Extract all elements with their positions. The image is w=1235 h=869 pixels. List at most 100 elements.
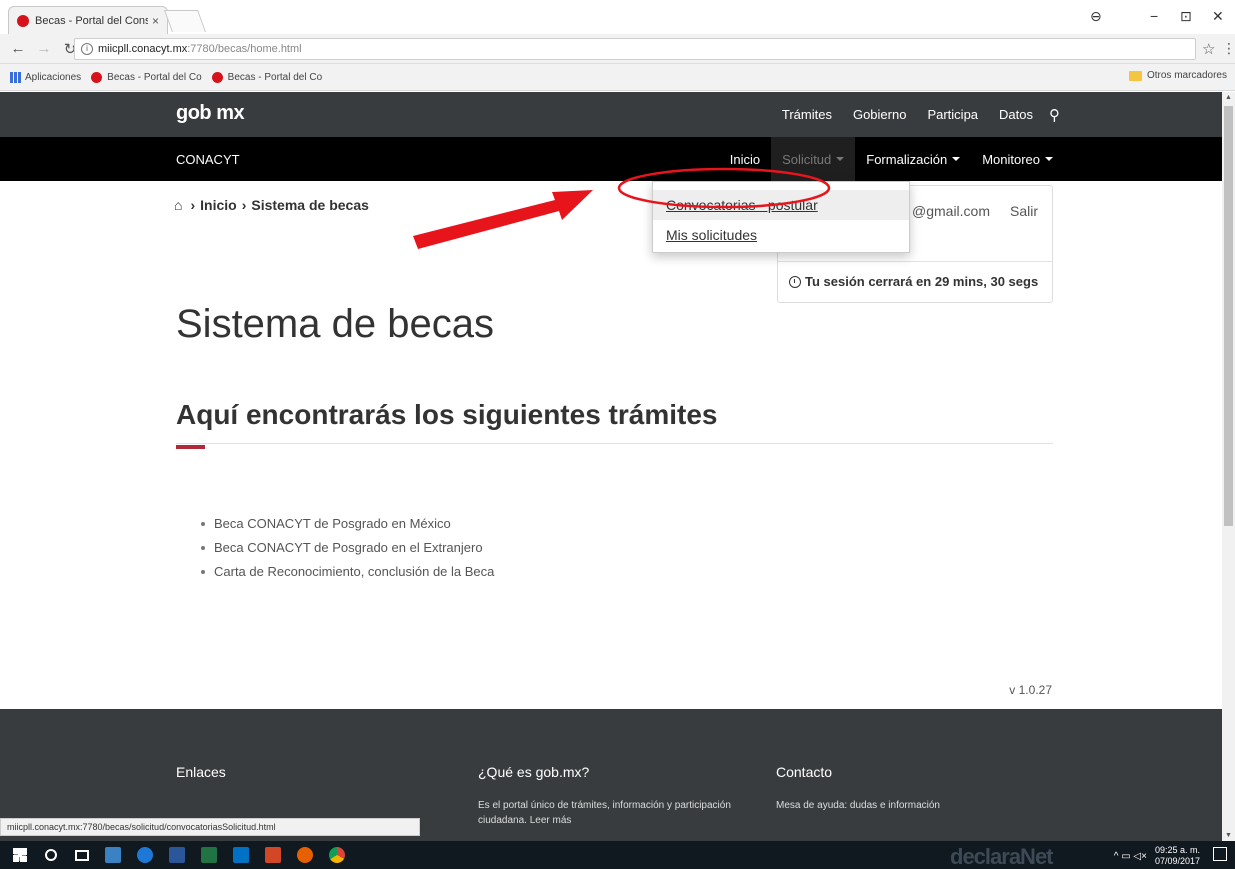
firefox-icon[interactable] — [297, 847, 313, 863]
conacyt-navbar: CONACYT Inicio Solicitud Formalización M… — [0, 137, 1222, 181]
breadcrumb: ⌂ › Inicio › Sistema de becas — [174, 197, 369, 213]
info-icon[interactable]: i — [81, 43, 93, 55]
breadcrumb-inicio[interactable]: Inicio — [200, 197, 237, 213]
taskbar-clock[interactable]: 09:25 a. m. 07/09/2017 — [1155, 845, 1200, 867]
clock-icon — [789, 275, 801, 288]
solicitud-dropdown-menu: Convocatorias - postular Mis solicitudes — [652, 181, 910, 253]
logout-link[interactable]: Salir — [1010, 203, 1038, 219]
home-icon[interactable]: ⌂ — [174, 197, 182, 213]
forward-arrow-icon[interactable]: → — [36, 40, 52, 57]
status-bar-url: miicpll.conacyt.mx:7780/becas/solicitud/… — [0, 818, 420, 836]
search-icon[interactable]: ⚲ — [1049, 106, 1060, 124]
gob-logo[interactable]: gob mx — [176, 102, 245, 125]
outlook-icon[interactable] — [233, 847, 249, 863]
back-arrow-icon[interactable]: ← — [10, 40, 26, 57]
folder-icon — [1128, 70, 1142, 81]
session-timer: Tu sesión cerrará en 29 mins, 30 segs — [789, 274, 1038, 289]
list-item[interactable]: Beca CONACYT de Posgrado en el Extranjer… — [201, 536, 494, 560]
menu-item-mis-solicitudes[interactable]: Mis solicitudes — [653, 220, 909, 250]
account-icon[interactable]: ⊖ — [1090, 8, 1102, 25]
gob-nav-tramites[interactable]: Trámites — [782, 107, 832, 122]
scroll-down-icon[interactable]: ▼ — [1225, 832, 1232, 839]
conacyt-nav: Inicio Solicitud Formalización Monitoreo — [719, 137, 1064, 181]
file-explorer-icon[interactable] — [105, 847, 121, 863]
bookmark-star-icon[interactable]: ☆ — [1202, 40, 1215, 58]
browser-menu-icon[interactable]: ⋮ — [1222, 40, 1235, 57]
url-path: :7780/becas/home.html — [187, 43, 302, 55]
session-prefix: Tu sesión cerrará en — [805, 274, 932, 289]
bookmark-becas-2[interactable]: Becas - Portal del Co — [211, 71, 322, 83]
session-time: 29 mins, 30 segs — [934, 274, 1039, 289]
page-title: Sistema de becas — [176, 302, 494, 346]
user-email: @gmail.com — [912, 203, 991, 219]
cortana-search-icon[interactable] — [45, 849, 57, 861]
declaranet-watermark: declaraNet — [950, 844, 1054, 869]
footer-heading: ¿Qué es gob.mx? — [478, 764, 590, 780]
footer-col-que-es: ¿Qué es gob.mx? Es el portal único de tr… — [478, 764, 768, 828]
scrollbar-thumb[interactable] — [1224, 106, 1233, 526]
powerpoint-icon[interactable] — [265, 847, 281, 863]
apps-grid-icon — [10, 71, 21, 83]
close-window-button[interactable]: ✕ — [1212, 8, 1224, 25]
caret-down-icon — [836, 157, 845, 161]
breadcrumb-current: Sistema de becas — [251, 197, 369, 213]
page-viewport: gob mx Trámites Gobierno Participa Datos… — [0, 92, 1222, 841]
chrome-icon[interactable] — [329, 847, 345, 863]
word-icon[interactable] — [169, 847, 185, 863]
browser-tab[interactable]: Becas - Portal del Cons × — [8, 6, 168, 34]
tray-chevron-icon[interactable]: ^ — [1114, 851, 1119, 862]
footer-col-enlaces: Enlaces — [176, 764, 226, 798]
list-item[interactable]: Beca CONACYT de Posgrado en México — [201, 512, 494, 536]
caret-down-icon — [1045, 157, 1053, 161]
footer-col-contacto: Contacto Mesa de ayuda: dudas e informac… — [776, 764, 1066, 813]
address-bar: ← → ↻ i miicpll.conacyt.mx :7780/becas/h… — [0, 34, 1235, 64]
restore-button[interactable]: ⊡ — [1180, 8, 1192, 25]
gob-nav-gobierno[interactable]: Gobierno — [853, 107, 906, 122]
breadcrumb-separator: › — [190, 197, 196, 213]
panel-divider — [778, 261, 1052, 262]
windows-start-icon[interactable] — [13, 848, 27, 862]
bookmark-becas-1[interactable]: Becas - Portal del Co — [91, 71, 202, 83]
conacyt-brand[interactable]: CONACYT — [176, 152, 240, 167]
gob-header: gob mx Trámites Gobierno Participa Datos… — [0, 92, 1222, 137]
edge-browser-icon[interactable] — [137, 847, 153, 863]
nav-solicitud[interactable]: Solicitud — [771, 137, 856, 181]
nav-monitoreo[interactable]: Monitoreo — [971, 137, 1064, 181]
section-title: Aquí encontrarás los siguientes trámites — [176, 399, 718, 430]
new-tab-button[interactable] — [163, 10, 207, 32]
bookmark-favicon-icon — [91, 71, 103, 83]
other-bookmarks[interactable]: Otros marcadores — [1128, 70, 1227, 81]
menu-item-convocatorias[interactable]: Convocatorias - postular — [653, 190, 909, 220]
excel-icon[interactable] — [201, 847, 217, 863]
gob-nav-datos[interactable]: Datos — [999, 107, 1033, 122]
list-item[interactable]: Carta de Reconocimiento, conclusión de l… — [201, 560, 494, 584]
volume-icon[interactable]: ◁× — [1133, 851, 1147, 862]
section-accent-bar — [176, 445, 205, 449]
footer-text: Es el portal único de trámites, informac… — [478, 800, 731, 826]
bookmark-apps[interactable]: Aplicaciones — [10, 71, 81, 83]
bookmarks-bar: Aplicaciones Becas - Portal del Co Becas… — [0, 64, 1235, 91]
tab-title: Becas - Portal del Cons — [35, 14, 148, 27]
version-label: v 1.0.27 — [1009, 683, 1052, 697]
network-icon[interactable]: ▭ — [1121, 851, 1130, 862]
breadcrumb-separator: › — [241, 197, 247, 213]
url-input[interactable]: i miicpll.conacyt.mx :7780/becas/home.ht… — [74, 38, 1196, 60]
nav-inicio[interactable]: Inicio — [719, 137, 771, 181]
windows-taskbar: declaraNet ^ ▭ ◁× 09:25 a. m. 07/09/2017 — [0, 841, 1235, 869]
notification-center-icon[interactable] — [1213, 847, 1227, 861]
task-view-icon[interactable] — [75, 849, 89, 861]
system-tray: ^ ▭ ◁× 09:25 a. m. 07/09/2017 — [1114, 845, 1200, 867]
page-scrollbar[interactable]: ▲ ▼ — [1222, 92, 1235, 841]
browser-tab-bar: Becas - Portal del Cons × ⊖ − ⊡ ✕ — [0, 0, 1235, 34]
nav-formalizacion[interactable]: Formalización — [855, 137, 971, 181]
url-host: miicpll.conacyt.mx — [98, 43, 188, 55]
footer-heading: Contacto — [776, 764, 833, 780]
scroll-up-icon[interactable]: ▲ — [1225, 94, 1232, 101]
gob-nav: Trámites Gobierno Participa Datos ⚲ — [761, 92, 1060, 137]
tab-close-icon[interactable]: × — [152, 14, 159, 28]
favicon-icon — [17, 14, 29, 27]
minimize-button[interactable]: − — [1150, 8, 1158, 24]
annotation-arrow — [413, 190, 593, 249]
section-divider — [176, 443, 1053, 444]
gob-nav-participa[interactable]: Participa — [927, 107, 978, 122]
